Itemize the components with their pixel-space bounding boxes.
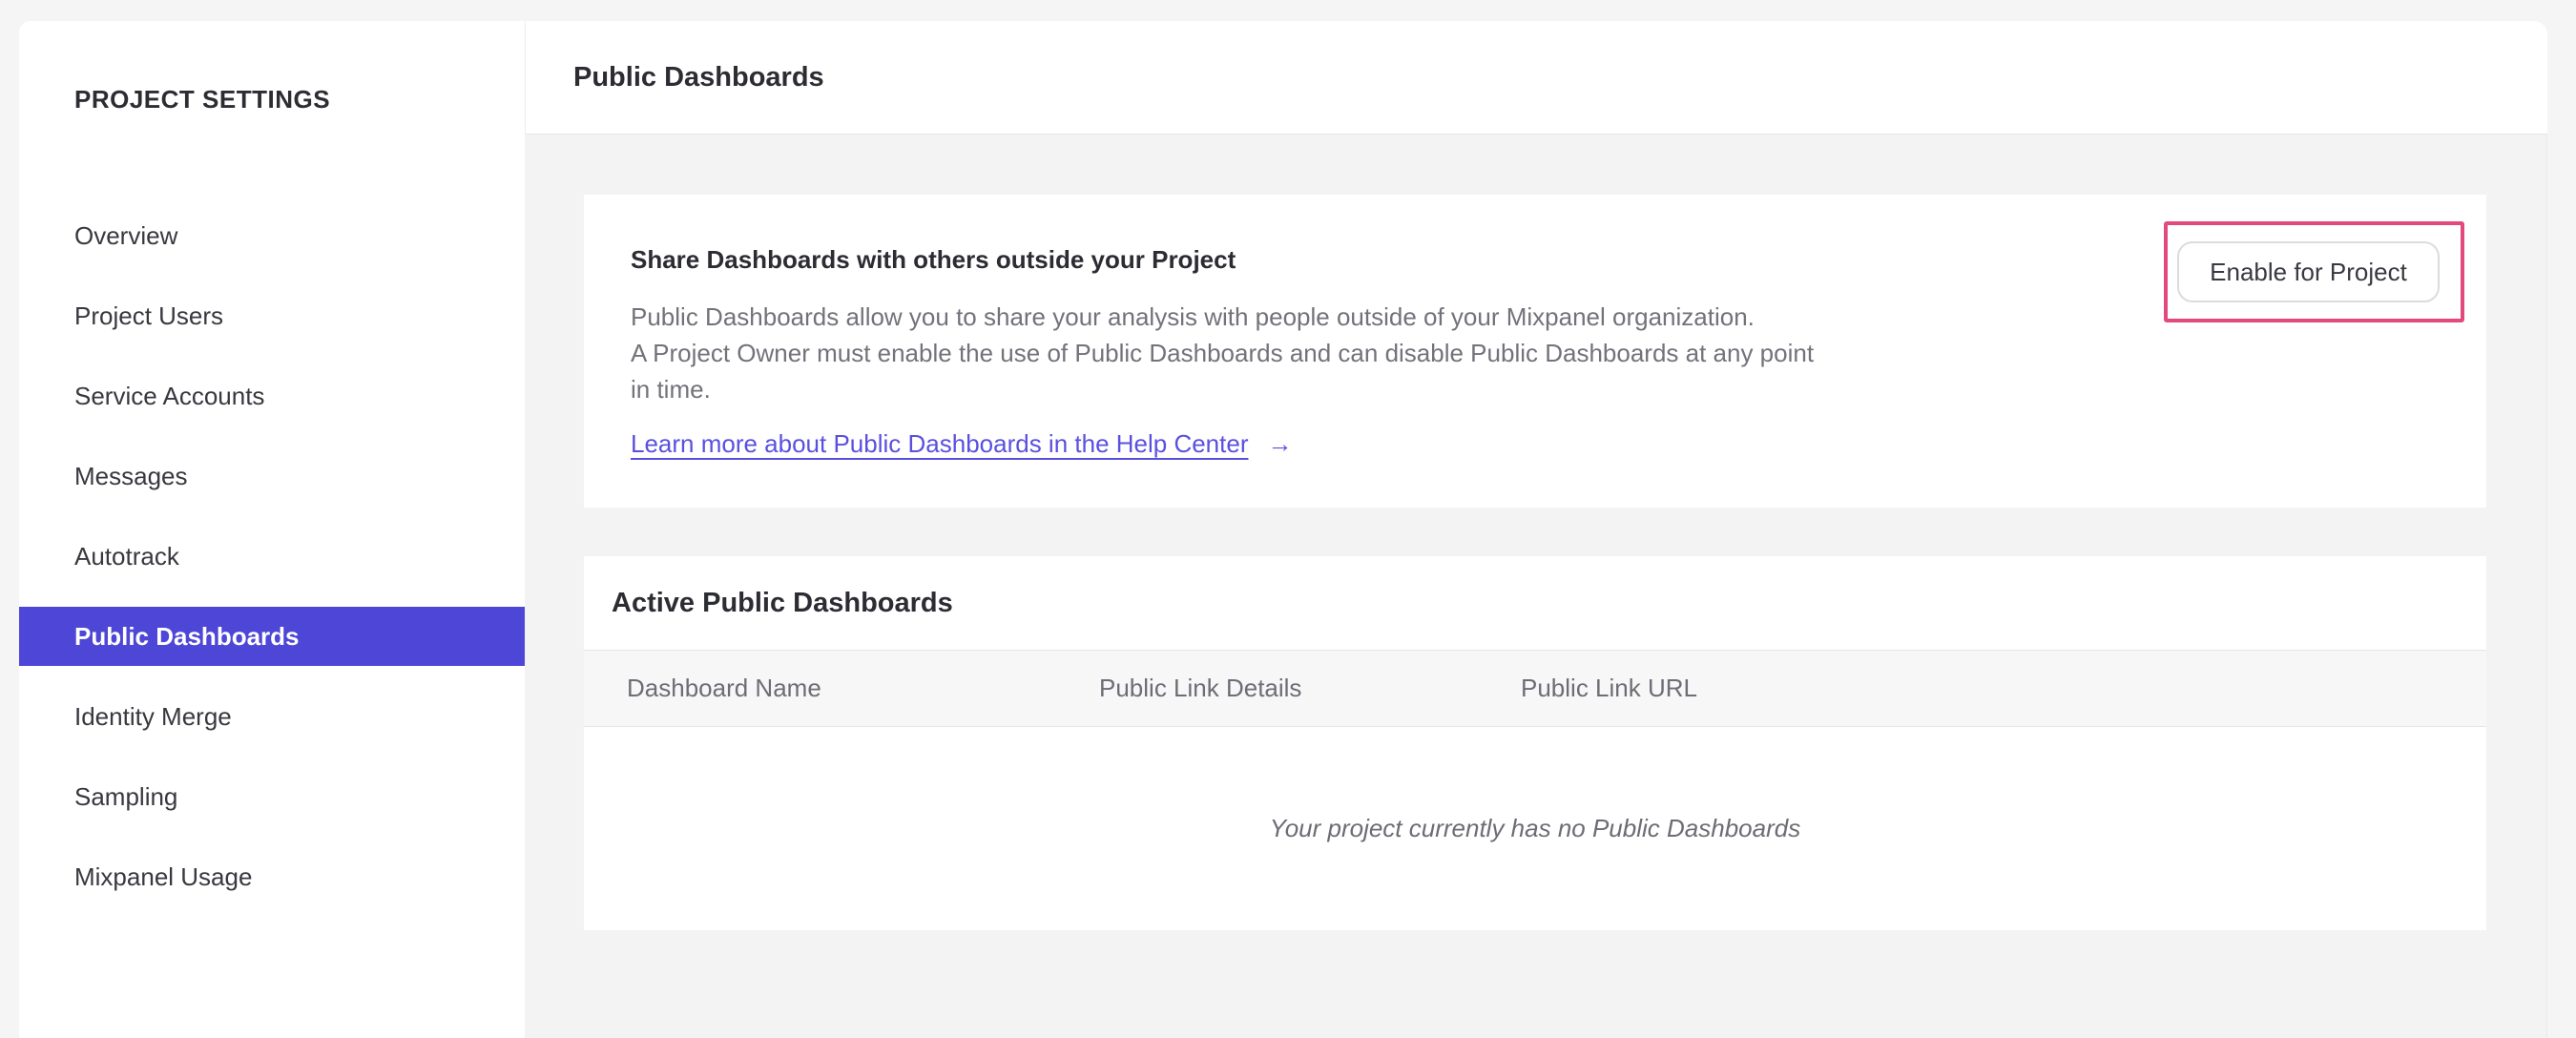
- sidebar-item-project-users[interactable]: Project Users: [19, 286, 525, 345]
- sidebar-item-mixpanel-usage[interactable]: Mixpanel Usage: [19, 847, 525, 906]
- help-center-link[interactable]: Learn more about Public Dashboards in th…: [631, 429, 1249, 458]
- column-header-public-link-url: Public Link URL: [1521, 674, 1697, 702]
- sidebar-item-overview[interactable]: Overview: [19, 206, 525, 265]
- sidebar-item-public-dashboards[interactable]: Public Dashboards: [19, 607, 525, 666]
- description-line: A Project Owner must enable the use of P…: [631, 339, 1815, 367]
- empty-state-message: Your project currently has no Public Das…: [1269, 813, 1801, 842]
- sidebar-item-identity-merge[interactable]: Identity Merge: [19, 687, 525, 746]
- dashboards-empty-state: Your project currently has no Public Das…: [584, 727, 2486, 929]
- sidebar-item-service-accounts[interactable]: Service Accounts: [19, 366, 525, 426]
- sidebar-item-autotrack[interactable]: Autotrack: [19, 527, 525, 586]
- active-card-title-row: Active Public Dashboards: [584, 556, 2486, 651]
- dashboards-table-header: Dashboard Name Public Link Details Publi…: [584, 651, 2486, 727]
- sidebar-item-sampling[interactable]: Sampling: [19, 767, 525, 826]
- sidebar-item-messages[interactable]: Messages: [19, 446, 525, 506]
- column-header-dashboard-name: Dashboard Name: [627, 674, 821, 702]
- share-card-title: Share Dashboards with others outside you…: [631, 245, 1236, 274]
- description-line: Public Dashboards allow you to share you…: [631, 302, 1755, 331]
- share-card-description: Public Dashboards allow you to share you…: [631, 299, 1814, 407]
- project-settings-page: PROJECT SETTINGS Overview Project Users …: [0, 0, 2576, 1038]
- column-header-public-link-details: Public Link Details: [1099, 674, 1302, 702]
- enable-for-project-button[interactable]: Enable for Project: [2177, 241, 2440, 302]
- page-header: Public Dashboards: [525, 21, 2547, 135]
- active-dashboards-card: Active Public Dashboards Dashboard Name …: [584, 556, 2486, 930]
- description-line: in time.: [631, 375, 711, 404]
- project-settings-sidebar: PROJECT SETTINGS Overview Project Users …: [19, 21, 525, 1038]
- share-dashboards-card: Share Dashboards with others outside you…: [584, 195, 2486, 508]
- sidebar-nav: Overview Project Users Service Accounts …: [19, 206, 525, 927]
- active-card-title: Active Public Dashboards: [612, 587, 953, 618]
- help-center-link-row: Learn more about Public Dashboards in th…: [631, 427, 1293, 460]
- sidebar-title: PROJECT SETTINGS: [74, 85, 331, 114]
- arrow-right-icon: →: [1267, 429, 1293, 458]
- page-title: Public Dashboards: [573, 61, 824, 93]
